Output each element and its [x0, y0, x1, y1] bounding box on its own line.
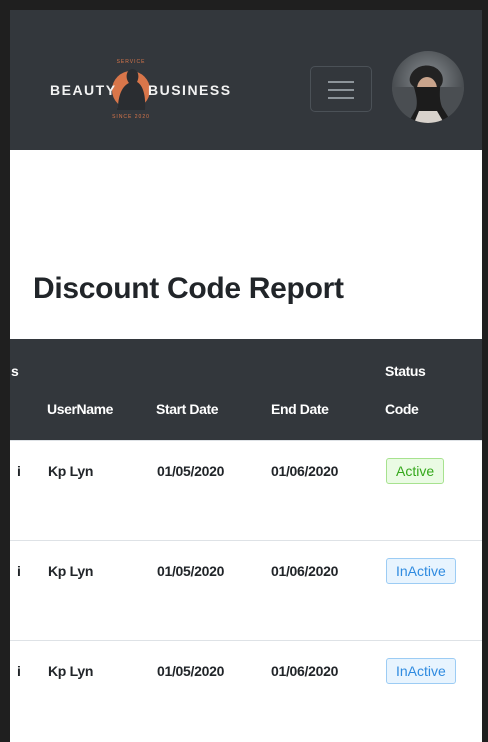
- cell-username: Kp Lyn: [48, 563, 94, 579]
- cell-partial: i: [17, 563, 21, 579]
- column-header-end-date[interactable]: End Date: [271, 401, 329, 417]
- table-row[interactable]: i Kp Lyn 01/05/2020 01/06/2020 Active: [10, 440, 482, 540]
- column-header-status-line-1[interactable]: Status: [385, 363, 426, 379]
- status-badge: InActive: [386, 558, 456, 584]
- cell-start-date: 01/05/2020: [157, 463, 225, 479]
- column-header-start-date[interactable]: Start Date: [156, 401, 219, 417]
- logo-tagline-top: SERVICE: [116, 59, 146, 65]
- table-header: s UserName Start Date End Date Status Co…: [10, 339, 482, 440]
- cell-end-date: 01/06/2020: [271, 463, 339, 479]
- hamburger-icon-bar-2: [328, 89, 354, 91]
- avatar[interactable]: [392, 51, 464, 123]
- cell-username: Kp Lyn: [48, 463, 94, 479]
- logo-tagline-bottom: SINCE 2020: [112, 114, 150, 120]
- table-row[interactable]: i Kp Lyn 01/05/2020 01/06/2020 InActive: [10, 540, 482, 640]
- column-header-username[interactable]: UserName: [47, 401, 113, 417]
- navbar: SERVICE BEAUTY BUSINESS SINCE 2020: [10, 10, 482, 150]
- menu-toggle-button[interactable]: [310, 66, 372, 112]
- brand-logo[interactable]: SERVICE BEAUTY BUSINESS SINCE 2020: [48, 56, 230, 128]
- hamburger-icon-bar-1: [328, 81, 354, 83]
- page-frame: SERVICE BEAUTY BUSINESS SINCE 2020 Disco…: [10, 10, 482, 742]
- column-header-partial: s: [11, 363, 19, 379]
- cell-username: Kp Lyn: [48, 663, 94, 679]
- page-title: Discount Code Report: [33, 272, 344, 305]
- hamburger-icon-bar-3: [328, 97, 354, 99]
- column-header-status-line-2[interactable]: Code: [385, 401, 419, 417]
- cell-end-date: 01/06/2020: [271, 563, 339, 579]
- cell-partial: i: [17, 663, 21, 679]
- logo-word-left: BEAUTY: [50, 82, 117, 98]
- cell-end-date: 01/06/2020: [271, 663, 339, 679]
- table-row[interactable]: i Kp Lyn 01/05/2020 01/06/2020 InActive: [10, 640, 482, 740]
- logo-word-right: BUSINESS: [148, 82, 232, 98]
- user-avatar-icon: [392, 51, 464, 123]
- cell-partial: i: [17, 463, 21, 479]
- status-badge: InActive: [386, 658, 456, 684]
- status-badge: Active: [386, 458, 445, 484]
- cell-start-date: 01/05/2020: [157, 563, 225, 579]
- cell-start-date: 01/05/2020: [157, 663, 225, 679]
